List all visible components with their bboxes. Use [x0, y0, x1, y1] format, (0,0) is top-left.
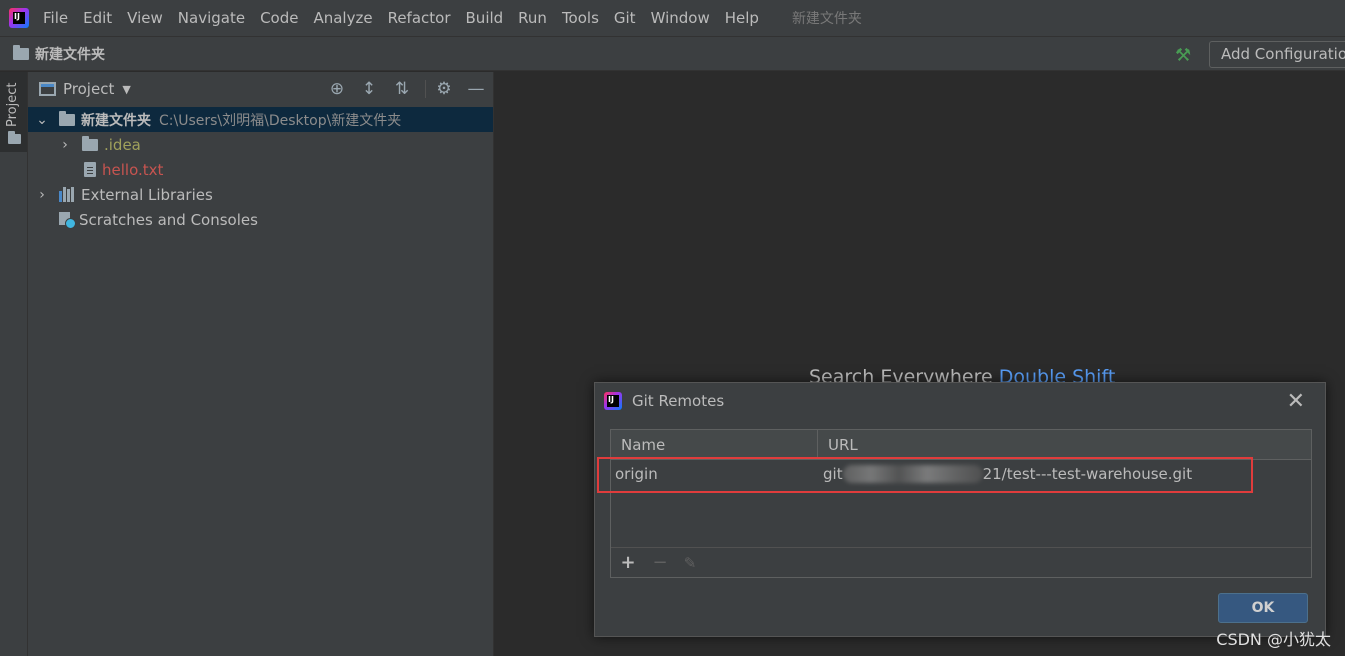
folder-icon [13, 44, 29, 60]
root-folder-path: C:\Users\刘明福\Desktop\新建文件夹 [159, 112, 402, 129]
root-folder-name: 新建文件夹 [81, 112, 151, 129]
menu-tools[interactable]: Tools [562, 9, 599, 27]
menu-navigate[interactable]: Navigate [178, 9, 245, 27]
build-hammer-icon[interactable]: ⚒ [1175, 45, 1191, 66]
dialog-titlebar: IJ Git Remotes ✕ [595, 383, 1325, 419]
table-toolbar: + − ✎ [611, 547, 1311, 577]
tree-row-idea[interactable]: › .idea [28, 132, 493, 157]
menu-refactor[interactable]: Refactor [388, 9, 451, 27]
locate-icon[interactable]: ⊕ [327, 79, 347, 99]
menu-git[interactable]: Git [614, 9, 636, 27]
menu-analyze[interactable]: Analyze [313, 9, 372, 27]
table-header: Name URL [611, 429, 1311, 460]
menu-window[interactable]: Window [651, 9, 710, 27]
watermark: CSDN @小犹太 [1216, 630, 1331, 649]
hello-file-label: hello.txt [102, 160, 164, 179]
add-configuration-button[interactable]: Add Configuration... [1209, 41, 1345, 68]
tree-row-hello[interactable]: hello.txt [28, 157, 493, 182]
left-tool-stripe: Project [0, 72, 28, 656]
tree-row-external-libraries[interactable]: › External Libraries [28, 182, 493, 207]
menu-view[interactable]: View [127, 9, 163, 27]
window-project-title: 新建文件夹 [791, 11, 862, 27]
project-panel-header: Project ▼ ⊕ ↕ ⇅ ⚙ — [28, 72, 493, 106]
gear-icon[interactable]: ⚙ [434, 79, 454, 99]
navigation-bar: 新建文件夹 ⚒ Add Configuration... [0, 36, 1345, 71]
dialog-title: Git Remotes [632, 392, 725, 410]
header-divider [425, 80, 426, 98]
breadcrumb-project[interactable]: 新建文件夹 [35, 44, 105, 64]
add-icon[interactable]: + [617, 552, 639, 573]
tree-root-row[interactable]: ⌄ 新建文件夹 C:\Users\刘明福\Desktop\新建文件夹 [28, 107, 493, 132]
intellij-logo-icon: IJ [9, 8, 29, 28]
remotes-table: Name URL origin git 21/test---test-wareho… [610, 429, 1312, 578]
ok-button[interactable]: OK [1218, 593, 1308, 623]
menu-file[interactable]: File [43, 9, 68, 27]
close-icon[interactable]: ✕ [1287, 389, 1305, 414]
column-header-url[interactable]: URL [818, 436, 858, 454]
menu-build[interactable]: Build [466, 9, 504, 27]
collapse-all-icon[interactable]: ⇅ [392, 79, 412, 99]
column-header-name[interactable]: Name [611, 429, 818, 460]
project-tab-label: Project [5, 82, 20, 127]
git-remotes-dialog: IJ Git Remotes ✕ Name URL origin git 21/t… [594, 382, 1326, 637]
menu-run[interactable]: Run [518, 9, 547, 27]
menu-help[interactable]: Help [725, 9, 759, 27]
folder-icon [8, 131, 21, 144]
menu-bar: IJ File Edit View Navigate Code Analyze … [0, 0, 1345, 36]
external-libraries-label: External Libraries [81, 185, 213, 204]
menu-code[interactable]: Code [260, 9, 298, 27]
chevron-down-icon[interactable]: ▼ [122, 83, 130, 96]
minimize-icon[interactable]: — [466, 79, 486, 99]
remove-icon[interactable]: − [649, 552, 671, 573]
expand-all-icon[interactable]: ↕ [359, 79, 379, 99]
tree-row-scratches[interactable]: Scratches and Consoles [28, 207, 493, 232]
scratches-label: Scratches and Consoles [79, 210, 258, 229]
intellij-logo-icon: IJ [604, 392, 622, 410]
menu-edit[interactable]: Edit [83, 9, 112, 27]
text-file-icon [84, 162, 96, 177]
project-panel: Project ▼ ⊕ ↕ ⇅ ⚙ — ⌄ 新建文件夹 C:\Users\刘明福… [28, 72, 494, 656]
chevron-down-icon[interactable]: ⌄ [34, 112, 50, 128]
project-tool-window-tab[interactable]: Project [0, 72, 27, 152]
folder-icon [82, 135, 98, 151]
project-window-icon [39, 82, 56, 96]
chevron-right-icon[interactable]: › [34, 187, 50, 203]
library-icon [59, 187, 75, 202]
module-folder-icon [59, 110, 75, 126]
scratches-icon [59, 211, 76, 229]
red-highlight-box [597, 457, 1253, 493]
chevron-right-icon[interactable]: › [57, 137, 73, 153]
project-view-selector[interactable]: Project [63, 80, 114, 98]
edit-pencil-icon[interactable]: ✎ [679, 554, 701, 572]
idea-folder-label: .idea [104, 135, 141, 154]
